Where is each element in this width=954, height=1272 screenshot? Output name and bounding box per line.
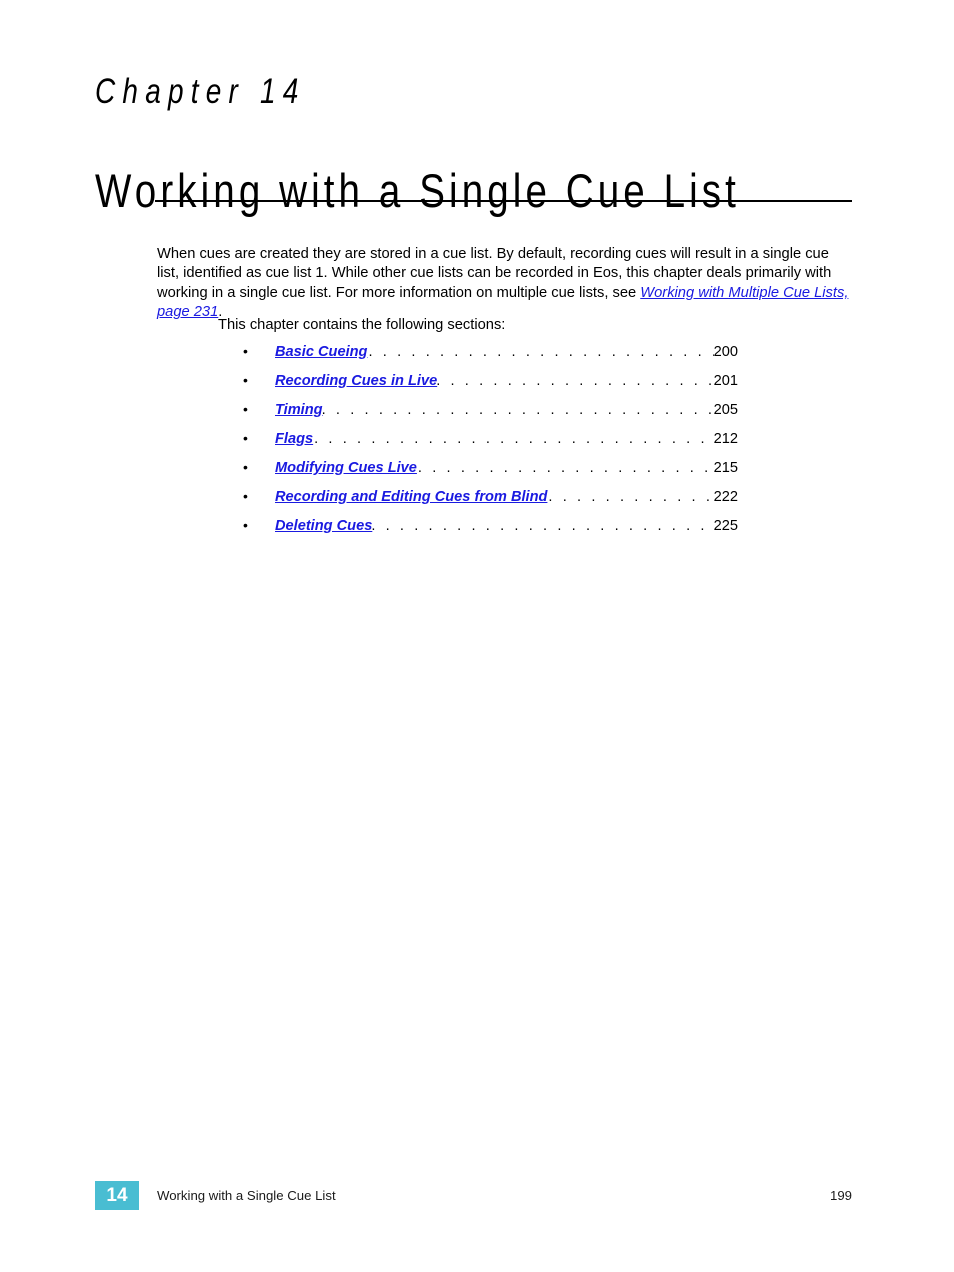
intro-paragraph: When cues are created they are stored in… — [157, 245, 854, 323]
toc-page-number: 222 — [713, 489, 738, 505]
toc-entry-link[interactable]: Modifying Cues Live — [275, 460, 417, 476]
toc-page-number: 200 — [713, 344, 738, 360]
list-item[interactable]: • Modifying Cues Live . . . . . . . . . … — [243, 460, 738, 489]
leader-dots: . . . . . . . . . . . . . . . . . . . . … — [314, 431, 714, 447]
bullet-icon: • — [243, 401, 248, 417]
leader-dots: . . . . . . . . . . . . . . . . . . . . … — [417, 460, 714, 476]
toc-page-number: 212 — [713, 431, 738, 447]
toc-page-number: 201 — [713, 373, 738, 389]
bullet-icon: • — [243, 488, 248, 504]
toc-page-number: 225 — [713, 518, 738, 534]
list-item[interactable]: • Flags . . . . . . . . . . . . . . . . … — [243, 431, 738, 460]
title-divider — [155, 200, 852, 202]
footer-page-number: 199 — [829, 1188, 852, 1203]
bullet-icon: • — [243, 430, 248, 446]
toc-page-number: 205 — [713, 402, 738, 418]
list-item[interactable]: • Recording and Editing Cues from Blind … — [243, 489, 738, 518]
toc-entry-link[interactable]: Deleting Cues — [275, 518, 372, 534]
chapter-number-badge: 14 — [95, 1181, 139, 1210]
toc-entry-link[interactable]: Timing — [275, 402, 323, 418]
footer-chapter-title: Working with a Single Cue List — [157, 1188, 336, 1203]
list-item[interactable]: • Timing . . . . . . . . . . . . . . . .… — [243, 402, 738, 431]
page-footer: 14 Working with a Single Cue List 199 — [95, 1181, 852, 1211]
document-page: Chapter 14 Working with a Single Cue Lis… — [0, 0, 954, 1272]
leader-dots: . . . . . . . . . . . . . . . . . . . . … — [368, 344, 713, 360]
toc-page-number: 215 — [713, 460, 738, 476]
toc-entry-link[interactable]: Recording and Editing Cues from Blind — [275, 489, 547, 505]
leader-dots: . . . . . . . . . . . . . . . . . . . . … — [321, 402, 714, 418]
leader-dots: . . . . . . . . . . . . . . . . . . . . … — [436, 373, 713, 389]
list-item[interactable]: • Basic Cueing . . . . . . . . . . . . .… — [243, 344, 738, 373]
toc-entry-link[interactable]: Recording Cues in Live — [275, 373, 437, 389]
bullet-icon: • — [243, 343, 248, 359]
bullet-icon: • — [243, 459, 248, 475]
leader-dots: . . . . . . . . . . . . . . — [548, 489, 713, 505]
bullet-icon: • — [243, 372, 248, 388]
list-item[interactable]: • Deleting Cues . . . . . . . . . . . . … — [243, 518, 738, 547]
toc-entry-link[interactable]: Basic Cueing — [275, 344, 367, 360]
leader-dots: . . . . . . . . . . . . . . . . . . . . … — [371, 518, 713, 534]
list-item[interactable]: • Recording Cues in Live . . . . . . . .… — [243, 373, 738, 402]
chapter-contents-list: • Basic Cueing . . . . . . . . . . . . .… — [243, 344, 738, 547]
toc-entry-link[interactable]: Flags — [275, 431, 313, 447]
page-title: Working with a Single Cue List — [95, 164, 740, 218]
bullet-icon: • — [243, 517, 248, 533]
chapter-eyebrow: Chapter 14 — [95, 72, 306, 111]
sections-leadin: This chapter contains the following sect… — [218, 317, 506, 333]
